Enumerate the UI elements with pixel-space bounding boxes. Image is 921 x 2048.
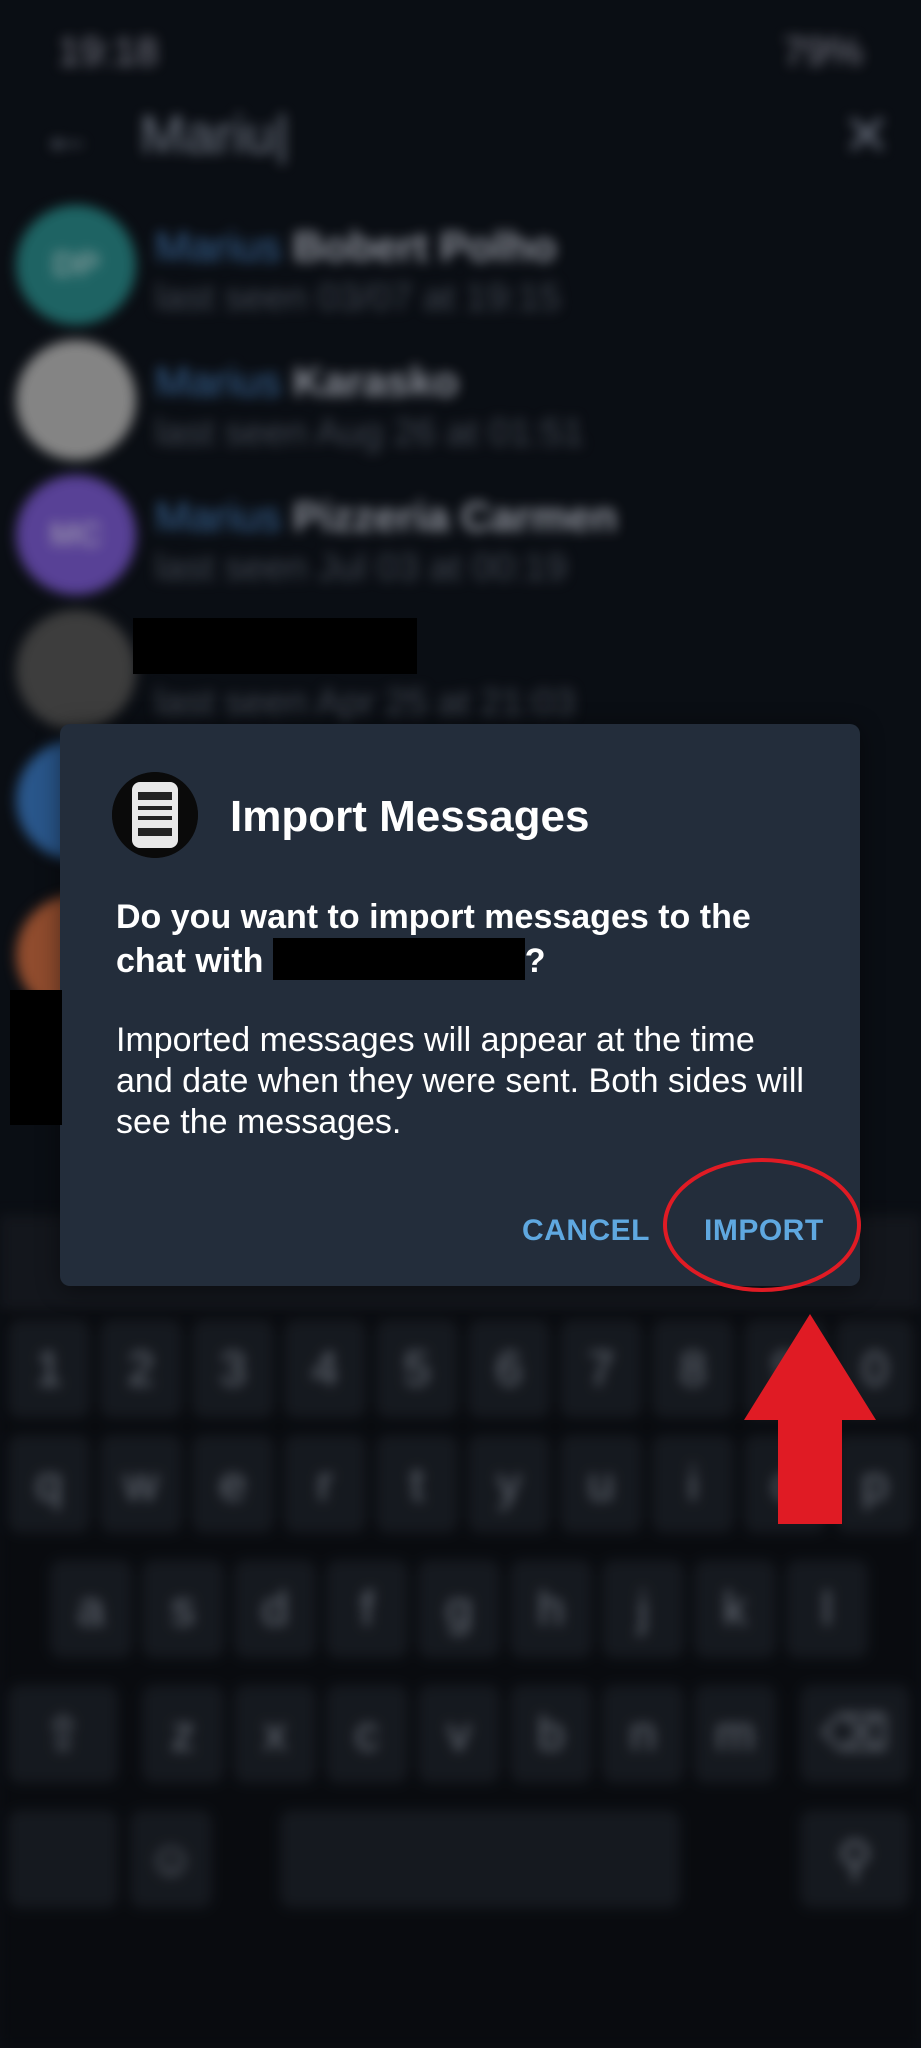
cancel-button[interactable]: CANCEL xyxy=(522,1214,650,1248)
dialog-title: Import Messages xyxy=(230,792,590,841)
red-arrow-icon xyxy=(744,1314,876,1524)
chat-avatar xyxy=(112,772,198,858)
redacted-name xyxy=(272,938,525,980)
dialog-body: Imported messages will appear at the tim… xyxy=(116,1021,804,1141)
redacted-area xyxy=(10,990,62,1125)
dialog-question: Do you want to import messages to the ch… xyxy=(116,898,751,980)
highlight-ring xyxy=(663,1158,861,1292)
redacted-contact-name xyxy=(133,618,417,674)
